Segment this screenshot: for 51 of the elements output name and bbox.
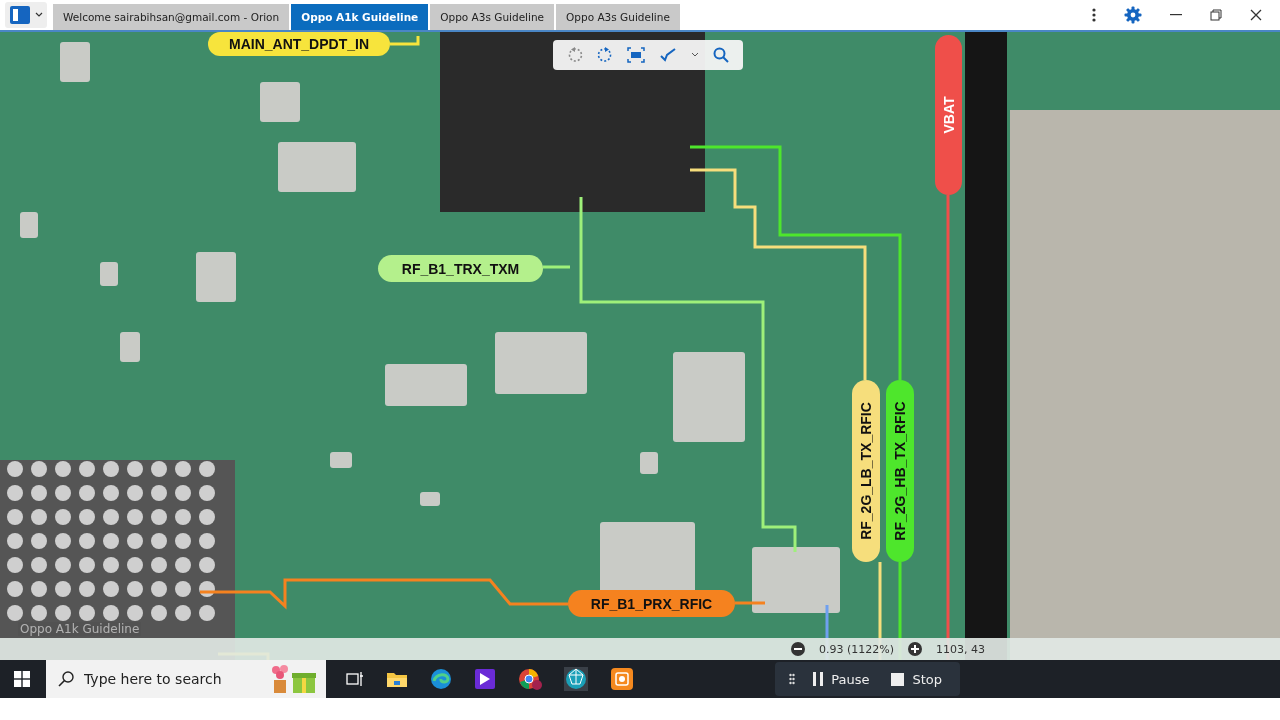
- net-label[interactable]: RF_B1_TRX_TXM: [378, 255, 543, 282]
- recorder-button[interactable]: Pause: [809, 669, 874, 689]
- more-options-icon[interactable]: [1092, 8, 1096, 22]
- minimize-icon[interactable]: [1170, 14, 1182, 16]
- board-component: [196, 252, 236, 302]
- panel-icon: [9, 5, 31, 25]
- pause-icon: [813, 672, 824, 686]
- watermark-text: Oppo A1k Guideline: [18, 622, 142, 636]
- net-label[interactable]: RF_2G_LB_TX_RFIC: [852, 380, 880, 562]
- drag-handle-icon[interactable]: [789, 673, 796, 685]
- tab[interactable]: Oppo A3s Guideline: [430, 4, 555, 30]
- zoom-level: 0.93 (1122%): [819, 642, 895, 656]
- board-component: [20, 212, 38, 238]
- cursor-coordinates: 1103, 43: [936, 642, 985, 656]
- tab[interactable]: Welcome sairabihsan@gmail.com - Orion: [53, 4, 290, 30]
- stop-icon: [891, 672, 905, 686]
- search-icon[interactable]: [713, 47, 729, 63]
- browser-wave-icon[interactable]: [430, 668, 452, 690]
- play-logo-icon[interactable]: [474, 668, 496, 690]
- board-component: [330, 452, 352, 468]
- net-label[interactable]: MAIN_ANT_DPDT_IN: [208, 32, 390, 56]
- recorder-button[interactable]: Stop: [887, 669, 946, 689]
- zoom-in-icon[interactable]: [908, 642, 923, 656]
- caret-icon[interactable]: [691, 52, 699, 58]
- windows-start-icon[interactable]: [14, 671, 30, 687]
- board-component: [60, 42, 90, 82]
- net-label[interactable]: RF_2G_HB_TX_RFIC: [886, 380, 914, 562]
- zoom-out-icon[interactable]: [791, 642, 805, 656]
- app-menu-button[interactable]: [5, 2, 47, 28]
- board-component: [120, 332, 140, 362]
- fit-screen-icon[interactable]: [627, 47, 645, 63]
- settings-icon[interactable]: [1124, 6, 1142, 24]
- restore-icon[interactable]: [1210, 9, 1222, 21]
- folder-icon[interactable]: [386, 670, 408, 688]
- rotate-left-icon[interactable]: [567, 47, 583, 63]
- board-component: [640, 452, 658, 474]
- search-field[interactable]: Type here to search: [46, 660, 326, 698]
- board-component: [420, 492, 440, 506]
- caret-icon: [35, 12, 43, 18]
- recorder-app-icon[interactable]: [610, 667, 634, 691]
- board-component: [260, 82, 300, 122]
- close-icon[interactable]: [1250, 9, 1262, 21]
- rotate-right-icon[interactable]: [597, 47, 613, 63]
- tab[interactable]: Oppo A3s Guideline: [556, 4, 680, 30]
- browser-profile-icon[interactable]: [518, 668, 542, 690]
- tab[interactable]: Oppo A1k Guideline: [291, 4, 429, 30]
- net-label[interactable]: VBAT: [935, 35, 962, 195]
- search-icon: [58, 671, 74, 687]
- task-view-icon[interactable]: [346, 671, 364, 687]
- board-component: [100, 262, 118, 286]
- net-label[interactable]: RF_B1_PRX_RFIC: [568, 590, 735, 617]
